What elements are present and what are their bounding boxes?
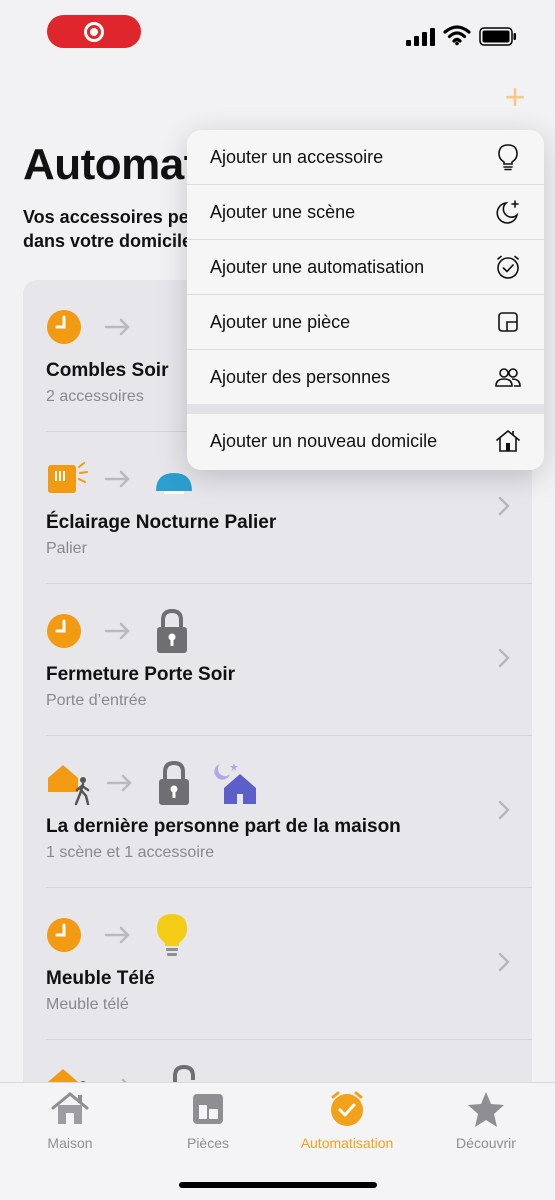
cellular-signal-icon xyxy=(406,28,435,46)
star-icon xyxy=(468,1092,504,1127)
tab-label: Pièces xyxy=(186,1135,230,1151)
arrow-right-icon xyxy=(104,622,130,640)
rooms-icon xyxy=(193,1094,223,1124)
automation-subtitle: Palier xyxy=(46,540,87,557)
arrow-right-icon xyxy=(104,470,130,488)
home-indicator[interactable] xyxy=(179,1182,377,1188)
menu-item-label: Ajouter des personnes xyxy=(210,367,391,387)
arrow-right-icon xyxy=(104,318,130,336)
motion-sensor-icon xyxy=(48,462,88,493)
menu-item-label: Ajouter un nouveau domicile xyxy=(210,431,438,451)
menu-item-add-accessory[interactable]: Ajouter un accessoire xyxy=(187,130,544,185)
automation-title: Meuble Télé xyxy=(46,968,155,989)
automation-subtitle: 1 scène et 1 accessoire xyxy=(46,844,215,861)
arrow-right-icon xyxy=(104,926,130,944)
wifi-icon xyxy=(443,25,471,46)
person-leaves-home-icon xyxy=(48,765,90,806)
clock-icon xyxy=(47,614,81,648)
menu-item-label: Ajouter une scène xyxy=(210,202,356,222)
battery-icon xyxy=(479,27,516,46)
menu-item-add-people[interactable]: Ajouter des personnes xyxy=(187,350,544,405)
automation-row-derniere-personne[interactable]: La dernière personne part de la maison 1… xyxy=(23,736,532,888)
menu-item-add-scene[interactable]: Ajouter une scène xyxy=(187,185,544,240)
clock-icon xyxy=(47,310,81,344)
house-icon xyxy=(51,1092,89,1124)
tab-pieces[interactable]: Pièces xyxy=(139,1089,277,1151)
room-icon xyxy=(498,312,518,332)
lock-icon xyxy=(159,760,189,805)
menu-item-label: Ajouter un accessoire xyxy=(210,147,384,167)
menu-item-label: Ajouter une pièce xyxy=(210,312,351,332)
night-home-scene-icon xyxy=(214,763,256,804)
chevron-right-icon xyxy=(498,952,510,972)
tab-automatisation[interactable]: Automatisation xyxy=(278,1089,416,1151)
new-home-icon xyxy=(496,429,520,452)
screen-recording-indicator[interactable] xyxy=(47,15,141,48)
arrow-right-icon xyxy=(106,774,132,792)
menu-item-add-automation[interactable]: Ajouter une automatisation xyxy=(187,240,544,295)
menu-item-label: Ajouter une automatisation xyxy=(210,257,425,277)
lightbulb-icon xyxy=(498,144,518,171)
subtitle-line-2: dans votre domicile xyxy=(23,231,191,251)
lock-icon xyxy=(157,608,187,653)
automation-title: Fermeture Porte Soir xyxy=(46,664,235,685)
page-title: Automatisation xyxy=(23,140,193,189)
automation-title: Éclairage Nocturne Palier xyxy=(46,512,277,533)
tab-label: Automatisation xyxy=(300,1135,394,1151)
automation-row-meuble-tele[interactable]: Meuble Télé Meuble télé xyxy=(23,888,532,1040)
automation-subtitle: Porte d’entrée xyxy=(46,692,147,709)
add-button[interactable]: + xyxy=(497,79,533,116)
people-icon xyxy=(495,368,521,387)
automation-tab-icon xyxy=(331,1091,363,1126)
automation-title: La dernière personne part de la maison xyxy=(46,816,401,837)
tab-label: Découvrir xyxy=(456,1135,516,1151)
record-icon xyxy=(84,21,104,42)
add-menu: Ajouter un accessoire Ajouter une scène … xyxy=(187,130,544,470)
automation-subtitle: Meuble télé xyxy=(46,996,129,1013)
status-bar xyxy=(0,0,555,62)
automation-row-fermeture-porte[interactable]: Fermeture Porte Soir Porte d’entrée xyxy=(23,584,532,736)
chevron-right-icon xyxy=(498,800,510,820)
automation-clock-icon xyxy=(497,255,519,279)
chevron-right-icon xyxy=(498,648,510,668)
tab-label: Maison xyxy=(47,1135,93,1151)
tab-decouvrir[interactable]: Découvrir xyxy=(417,1089,555,1151)
clock-icon xyxy=(47,918,81,952)
automation-subtitle: 2 accessoires xyxy=(46,388,144,405)
menu-item-add-new-home[interactable]: Ajouter un nouveau domicile xyxy=(187,414,544,469)
menu-divider xyxy=(187,404,544,414)
tab-maison[interactable]: Maison xyxy=(1,1089,139,1151)
subtitle-line-1: Vos accessoires peuvent réagir xyxy=(23,207,191,227)
lightbulb-on-icon xyxy=(157,914,187,956)
page-subtitle: Vos accessoires peuvent réagir dans votr… xyxy=(23,205,191,253)
scene-icon xyxy=(496,200,519,224)
menu-item-add-room[interactable]: Ajouter une pièce xyxy=(187,295,544,350)
automation-title: Combles Soir xyxy=(46,360,169,381)
chevron-right-icon xyxy=(498,496,510,516)
